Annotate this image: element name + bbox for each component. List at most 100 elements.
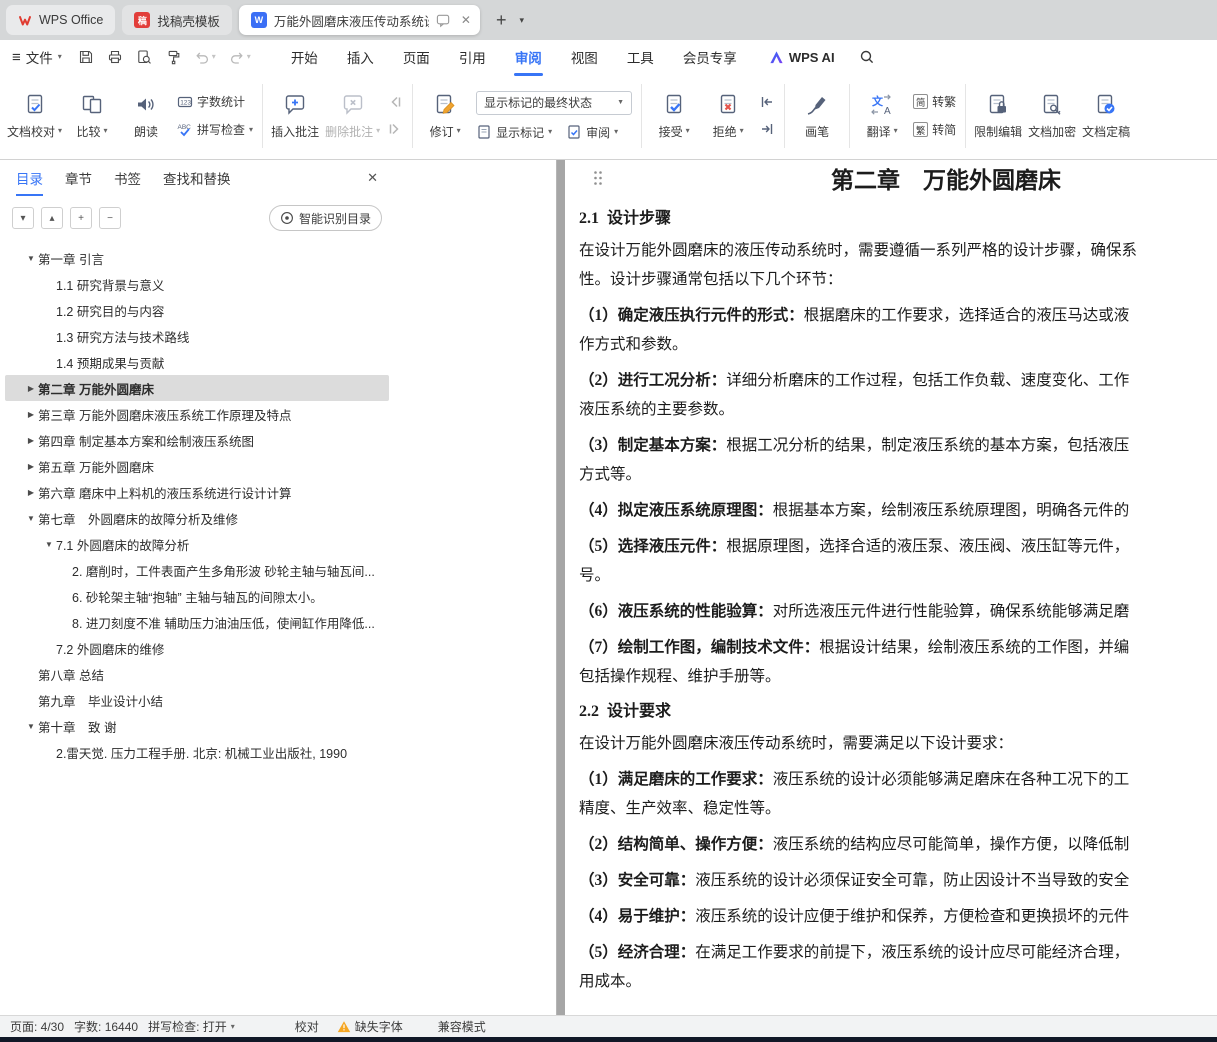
redo-button[interactable]: ▾ <box>229 49 251 65</box>
restrict-editing-button[interactable]: 限制编辑 <box>971 81 1025 151</box>
toc-item[interactable]: 2. 磨削时，工件表面产生多角形波 砂轮主轴与轴瓦间... <box>5 557 389 583</box>
status-missing-font[interactable]: 缺失字体 <box>337 1018 403 1035</box>
doc-text-line[interactable]: 包括操作规程、维护手册等。 <box>579 662 1217 691</box>
toc-item[interactable]: 第八章 总结 <box>5 661 389 687</box>
doc-text-line[interactable]: （3）制定基本方案：根据工况分析的结果，制定液压系统的基本方案，包括液压 <box>579 431 1217 460</box>
toc-item[interactable]: 1.2 研究目的与内容 <box>5 297 389 323</box>
doc-text-line[interactable]: 在设计万能外圆磨床液压传动系统时，需要满足以下设计要求： <box>579 729 1217 758</box>
word-count-button[interactable]: 123 字数统计 <box>177 93 253 110</box>
doc-text-line[interactable]: 号。 <box>579 561 1217 590</box>
doc-text-line[interactable]: （6）液压系统的性能验算：对所选液压元件进行性能验算，确保系统能够满足磨 <box>579 597 1217 626</box>
doc-text-line[interactable]: 液压系统的主要参数。 <box>579 395 1217 424</box>
chevron-collapsed-icon[interactable]: ▶ <box>24 384 38 393</box>
tab-bookmarks[interactable]: 书签 <box>114 168 141 188</box>
file-menu-button[interactable]: ≡ 文件 ▾ <box>12 47 62 67</box>
review-pane-button[interactable]: 审阅 ▾ <box>566 124 618 141</box>
next-comment-button[interactable] <box>387 121 403 137</box>
close-tab-icon[interactable]: ✕ <box>461 13 471 27</box>
menu-item-membership[interactable]: 会员专享 <box>683 47 737 67</box>
previous-change-button[interactable] <box>759 94 775 110</box>
format-painter-icon[interactable] <box>165 49 181 65</box>
tab-toc[interactable]: 目录 <box>16 168 43 196</box>
insert-comment-button[interactable]: 插入批注 <box>268 81 322 151</box>
doc-text-line[interactable]: 用成本。 <box>579 967 1217 996</box>
toc-item[interactable]: ▼ 第一章 引言 <box>5 245 389 271</box>
encrypt-document-button[interactable]: 文档加密 <box>1025 81 1079 151</box>
save-icon[interactable] <box>78 49 94 65</box>
toc-item[interactable]: 1.4 预期成果与贡献 <box>5 349 389 375</box>
doc-proofread-button[interactable]: 文档校对 ▾ <box>4 81 65 151</box>
toc-item[interactable]: ▼ 第十章 致 谢 <box>5 713 389 739</box>
doc-text-line[interactable]: 方式等。 <box>579 460 1217 489</box>
doc-text-line[interactable]: 作方式和参数。 <box>579 330 1217 359</box>
to-simplified-button[interactable]: 繁 转简 <box>913 121 956 138</box>
tab-template-site[interactable]: 稿 找稿壳模板 <box>122 5 232 35</box>
toc-item[interactable]: 2.雷天觉. 压力工程手册. 北京: 机械工业出版社, 1990 <box>5 739 389 765</box>
translate-button[interactable]: 文A 翻译 ▾ <box>855 81 909 151</box>
doc-text-line[interactable]: （4）易于维护：液压系统的设计应便于维护和保养，方便检查和更换损坏的元件 <box>579 902 1217 931</box>
doc-title[interactable]: 第二章 万能外圆磨床 <box>579 164 1217 198</box>
compare-button[interactable]: 比较 ▾ <box>65 81 119 151</box>
print-preview-icon[interactable] <box>136 49 152 65</box>
read-aloud-button[interactable]: 朗读 <box>119 81 173 151</box>
collapse-all-button[interactable]: ▾ <box>12 207 34 229</box>
tab-list-chevron-icon[interactable]: ▾ <box>515 15 528 26</box>
menu-item-tools[interactable]: 工具 <box>627 47 654 67</box>
toc-item[interactable]: ▶ 第六章 磨床中上料机的液压系统进行设计计算 <box>5 479 389 505</box>
menu-item-insert[interactable]: 插入 <box>347 47 374 67</box>
chevron-expanded-icon[interactable]: ▼ <box>42 540 56 549</box>
toc-item[interactable]: 8. 进刀刻度不准 辅助压力油油压低，使闸缸作用降低... <box>5 609 389 635</box>
zoom-out-button[interactable]: − <box>99 207 121 229</box>
status-word-count[interactable]: 字数: 16440 <box>74 1018 138 1035</box>
doc-text-line[interactable]: （5）经济合理：在满足工作要求的前提下，液压系统的设计应尽可能经济合理， <box>579 938 1217 967</box>
drag-handle-icon[interactable] <box>593 170 603 186</box>
doc-text-line[interactable]: （1）确定液压执行元件的形式：根据磨床的工作要求，选择适合的液压马达或液 <box>579 301 1217 330</box>
close-pane-icon[interactable]: ✕ <box>367 170 378 186</box>
to-traditional-button[interactable]: 简 转繁 <box>913 93 956 110</box>
finalize-document-button[interactable]: 文档定稿 <box>1079 81 1133 151</box>
chevron-expanded-icon[interactable]: ▼ <box>24 514 38 523</box>
status-spellcheck[interactable]: 拼写检查: 打开 ▾ <box>148 1018 235 1035</box>
doc-text-line[interactable]: 精度、生产效率、稳定性等。 <box>579 794 1217 823</box>
document-page[interactable]: 第二章 万能外圆磨床 2.1 设计步骤在设计万能外圆磨床的液压传动系统时，需要遵… <box>565 160 1217 1015</box>
search-icon[interactable] <box>859 49 875 65</box>
doc-heading[interactable]: 2.2 设计要求 <box>579 701 1217 722</box>
chevron-expanded-icon[interactable]: ▼ <box>24 722 38 731</box>
chevron-expanded-icon[interactable]: ▼ <box>24 254 38 263</box>
chevron-collapsed-icon[interactable]: ▶ <box>24 488 38 497</box>
tab-wps-office[interactable]: WPS Office <box>6 5 116 35</box>
doc-text-line[interactable]: （1）满足磨床的工作要求：液压系统的设计必须能够满足磨床在各种工况下的工 <box>579 765 1217 794</box>
doc-text-line[interactable]: 在设计万能外圆磨床的液压传动系统时，需要遵循一系列严格的设计步骤，确保系 <box>579 236 1217 265</box>
status-compat-mode[interactable]: 兼容模式 <box>438 1018 486 1035</box>
doc-text-line[interactable]: 性。设计步骤通常包括以下几个环节： <box>579 265 1217 294</box>
markup-state-select[interactable]: 显示标记的最终状态 ▼ <box>476 90 633 115</box>
show-markup-button[interactable]: 显示标记 ▾ <box>476 124 552 141</box>
doc-heading[interactable]: 2.1 设计步骤 <box>579 208 1217 229</box>
smart-toc-button[interactable]: 智能识别目录 <box>268 205 382 231</box>
toc-item[interactable]: ▼ 第七章 外圆磨床的故障分析及维修 <box>5 505 389 531</box>
zoom-in-button[interactable]: + <box>70 207 92 229</box>
menu-item-home[interactable]: 开始 <box>291 47 318 67</box>
previous-comment-button[interactable] <box>387 94 403 110</box>
menu-item-view[interactable]: 视图 <box>571 47 598 67</box>
undo-button[interactable]: ▾ <box>194 49 216 65</box>
status-proofread[interactable]: 校对 <box>295 1018 319 1035</box>
expand-all-button[interactable]: ▴ <box>41 207 63 229</box>
toc-item[interactable]: 7.2 外圆磨床的维修 <box>5 635 389 661</box>
toc-item[interactable]: 1.1 研究背景与意义 <box>5 271 389 297</box>
chevron-collapsed-icon[interactable]: ▶ <box>24 462 38 471</box>
doc-text-line[interactable]: （4）拟定液压系统原理图：根据基本方案，绘制液压系统原理图，明确各元件的 <box>579 496 1217 525</box>
toc-item[interactable]: 第九章 毕业设计小结 <box>5 687 389 713</box>
menu-item-reference[interactable]: 引用 <box>459 47 486 67</box>
toc-item[interactable]: 1.3 研究方法与技术路线 <box>5 323 389 349</box>
toc-item[interactable]: ▶ 第三章 万能外圆磨床液压系统工作原理及特点 <box>5 401 389 427</box>
toc-item[interactable]: ▶ 第二章 万能外圆磨床 <box>5 375 389 401</box>
tab-chapters[interactable]: 章节 <box>65 168 92 188</box>
toc-item[interactable]: 6. 砂轮架主轴“抱轴” 主轴与轴瓦的间隙太小。 <box>5 583 389 609</box>
wps-ai-button[interactable]: WPS AI <box>769 50 835 65</box>
doc-text-line[interactable]: （3）安全可靠：液压系统的设计必须保证安全可靠，防止因设计不当导致的安全 <box>579 866 1217 895</box>
delete-comment-button[interactable]: 删除批注 ▾ <box>322 81 383 151</box>
doc-text-line[interactable]: （5）选择液压元件：根据原理图，选择合适的液压泵、液压阀、液压缸等元件， <box>579 532 1217 561</box>
doc-text-line[interactable]: （2）进行工况分析：详细分析磨床的工作过程，包括工作负载、速度变化、工作 <box>579 366 1217 395</box>
tab-find-replace[interactable]: 查找和替换 <box>163 168 231 188</box>
